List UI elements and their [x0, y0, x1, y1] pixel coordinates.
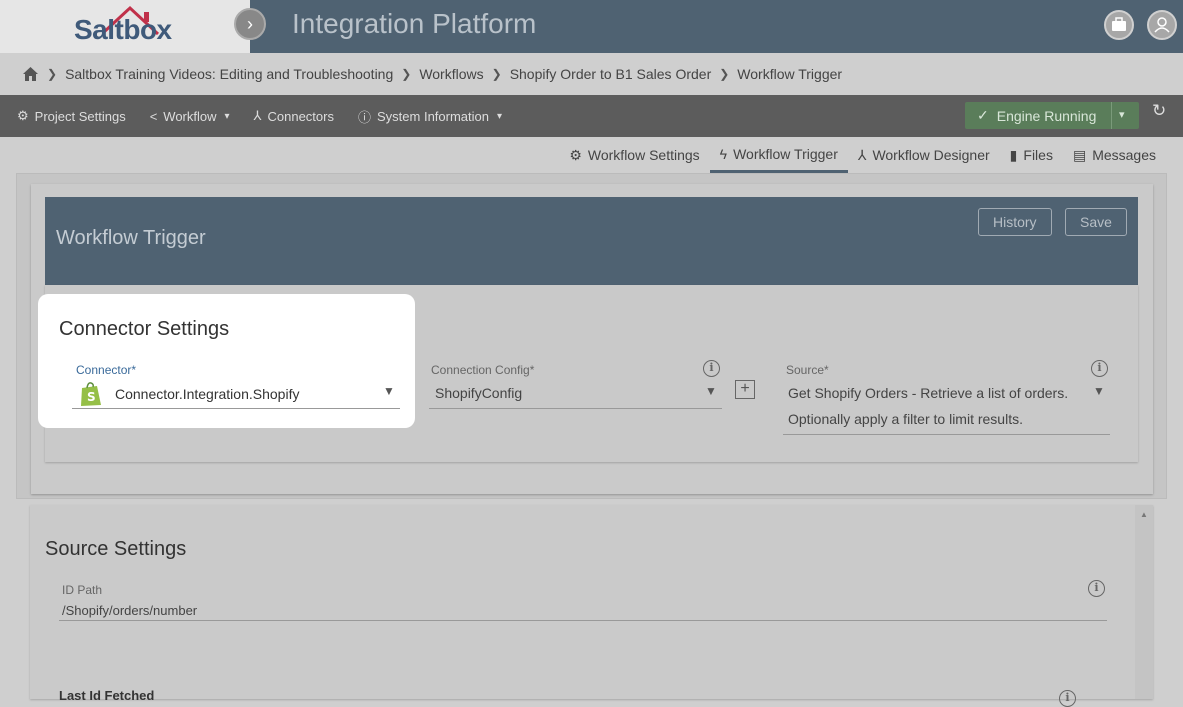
- tab-label: Messages: [1092, 147, 1156, 163]
- tab-label: Workflow Trigger: [733, 145, 838, 162]
- tab-label: Files: [1023, 147, 1053, 163]
- nav-label: Connectors: [267, 108, 334, 124]
- nav-project-settings[interactable]: ⚙ Project Settings: [17, 108, 126, 124]
- connection-config-select[interactable]: ShopifyConfig: [435, 385, 522, 401]
- workflow-tabs: ⚙ Workflow Settings ϟ Workflow Trigger ⅄…: [559, 137, 1166, 173]
- breadcrumb-item-current: Workflow Trigger: [737, 66, 843, 82]
- nav-label: Workflow: [163, 108, 217, 124]
- save-button[interactable]: Save: [1065, 208, 1127, 236]
- refresh-icon[interactable]: ↻: [1152, 101, 1166, 121]
- id-path-input[interactable]: /Shopify/orders/number: [62, 603, 197, 618]
- workflow-trigger-header: Workflow Trigger History Save: [45, 197, 1138, 285]
- connector-label: Connector*: [76, 363, 137, 377]
- expand-sidebar-button[interactable]: ›: [234, 8, 266, 40]
- app-title: Integration Platform: [292, 8, 537, 39]
- chevron-down-icon[interactable]: ▼: [1093, 384, 1105, 398]
- source-select-line2[interactable]: Optionally apply a filter to limit resul…: [788, 411, 1023, 427]
- nav-connectors[interactable]: ⅄ Connectors: [254, 108, 334, 124]
- breadcrumb-item[interactable]: Workflows: [419, 66, 483, 82]
- source-label: Source*: [786, 363, 829, 377]
- svg-text:S: S: [87, 390, 96, 404]
- breadcrumb: ❯ Saltbox Training Videos: Editing and T…: [0, 53, 1183, 95]
- message-icon: ▤: [1072, 146, 1087, 163]
- panel-title: Workflow Trigger: [56, 227, 206, 249]
- check-icon: ✓: [977, 107, 989, 123]
- source-underline: [783, 434, 1110, 435]
- tab-label: Workflow Designer: [872, 147, 990, 163]
- chevron-down-icon[interactable]: ▼: [705, 384, 717, 398]
- shopify-icon: S: [81, 382, 101, 406]
- home-icon[interactable]: [22, 66, 39, 82]
- engine-running-button[interactable]: ✓ Engine Running ▾: [965, 102, 1139, 129]
- id-path-underline: [59, 620, 1107, 621]
- connector-settings-title: Connector Settings: [59, 318, 230, 340]
- info-icon[interactable]: i: [1091, 360, 1108, 377]
- chevron-right-icon: ❯: [491, 67, 502, 81]
- nav-label: Project Settings: [34, 108, 126, 124]
- designer-icon: ⅄: [857, 146, 867, 163]
- logo-area[interactable]: Saltbox: [0, 0, 250, 53]
- connector-select[interactable]: Connector.Integration.Shopify: [115, 386, 299, 402]
- chevron-down-icon[interactable]: ▼: [383, 384, 395, 398]
- connectors-icon: ⅄: [253, 108, 262, 123]
- nav-label: System Information: [377, 108, 489, 124]
- info-icon[interactable]: i: [1088, 580, 1105, 597]
- tab-files[interactable]: ▮ Files: [1000, 137, 1063, 173]
- tab-workflow-designer[interactable]: ⅄ Workflow Designer: [848, 137, 1000, 173]
- tab-workflow-trigger[interactable]: ϟ Workflow Trigger: [709, 137, 848, 173]
- last-id-label: Last Id Fetched: [59, 688, 155, 703]
- top-bar: Saltbox › Integration Platform: [0, 0, 1183, 53]
- chevron-down-icon[interactable]: ▾: [1119, 108, 1125, 121]
- tab-workflow-settings[interactable]: ⚙ Workflow Settings: [559, 137, 709, 173]
- file-icon: ▮: [1009, 146, 1018, 163]
- connector-underline: [72, 408, 400, 409]
- lightning-icon: ϟ: [719, 145, 728, 162]
- chevron-right-icon: ❯: [401, 67, 412, 81]
- tab-messages[interactable]: ▤ Messages: [1063, 137, 1166, 173]
- source-settings-title: Source Settings: [45, 538, 187, 560]
- engine-label: Engine Running: [996, 107, 1097, 124]
- user-icon[interactable]: [1147, 10, 1177, 40]
- nav-workflow[interactable]: < Workflow ▾: [150, 109, 230, 124]
- breadcrumb-item[interactable]: Shopify Order to B1 Sales Order: [510, 66, 712, 82]
- id-path-label: ID Path: [62, 583, 103, 597]
- chevron-down-icon: ▾: [224, 110, 230, 122]
- add-config-button[interactable]: +: [735, 380, 755, 399]
- history-button[interactable]: History: [978, 208, 1052, 236]
- scroll-up-icon[interactable]: ▲: [1140, 510, 1148, 519]
- breadcrumb-item[interactable]: Saltbox Training Videos: Editing and Tro…: [65, 66, 393, 82]
- chevron-right-icon: ❯: [47, 67, 58, 81]
- info-icon[interactable]: i: [703, 360, 720, 377]
- scrollbar[interactable]: ▲: [1135, 505, 1153, 699]
- source-settings-card: [30, 505, 1153, 699]
- tab-label: Workflow Settings: [587, 147, 700, 163]
- gear-icon: ⚙: [17, 108, 29, 123]
- share-icon: <: [149, 108, 158, 124]
- connection-config-label: Connection Config*: [431, 363, 535, 377]
- gear-icon: ⚙: [569, 146, 582, 163]
- logo-text: Saltbox: [74, 14, 172, 45]
- nav-system-information[interactable]: ⓘ System Information ▾: [358, 107, 502, 126]
- divider: [1111, 102, 1112, 129]
- info-icon: ⓘ: [357, 109, 371, 125]
- chevron-down-icon: ▾: [497, 110, 503, 122]
- chevron-right-icon: ❯: [719, 67, 730, 81]
- config-underline: [429, 408, 722, 409]
- source-select-line1[interactable]: Get Shopify Orders - Retrieve a list of …: [788, 385, 1068, 401]
- briefcase-icon[interactable]: [1104, 10, 1134, 40]
